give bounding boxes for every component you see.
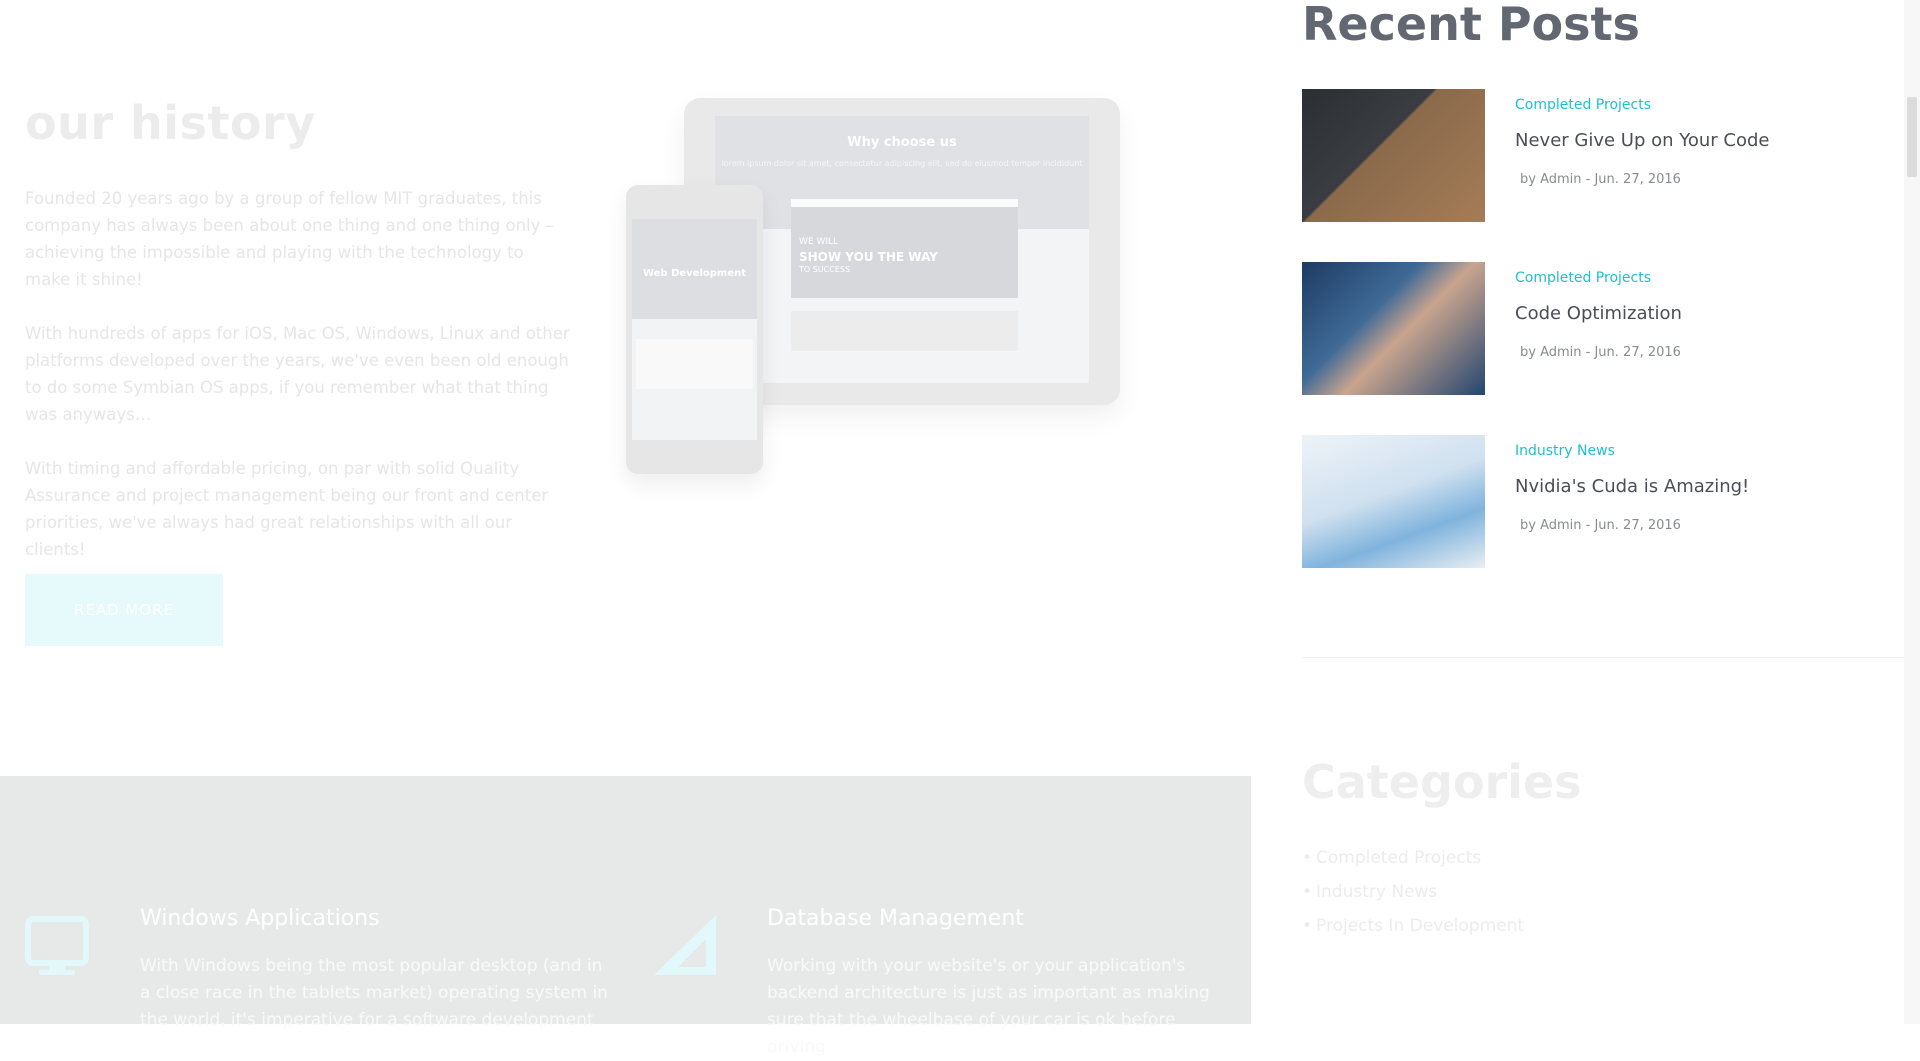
tablet-screen: Why choose us lorem ipsum dolor sit amet…	[715, 116, 1089, 383]
recent-post: Completed Projects Code Optimization by …	[1302, 262, 1902, 396]
service-title: Windows Applications	[140, 906, 380, 931]
phone-mockup: Web Development	[626, 185, 763, 474]
phone-screen: Web Development	[632, 219, 757, 440]
recent-posts-title: Recent Posts	[1302, 0, 1640, 51]
tablet-card-line-3: TO SUCCESS	[799, 265, 851, 274]
recent-post: Completed Projects Never Give Up on Your…	[1302, 89, 1902, 223]
bullet-icon: •	[1302, 916, 1313, 936]
post-meta: by Admin - Jun. 27, 2016	[1520, 518, 1681, 533]
service-title: Database Management	[767, 906, 1024, 931]
phone-hero-title: Web Development	[642, 268, 747, 279]
category-item[interactable]: • Projects In Development	[1302, 916, 1524, 950]
tablet-content-block	[791, 311, 1018, 351]
tablet-card-line-2: SHOW YOU THE WAY	[799, 250, 938, 264]
post-title-link[interactable]: Never Give Up on Your Code	[1515, 130, 1769, 151]
history-title: our history	[25, 96, 316, 150]
post-title-link[interactable]: Code Optimization	[1515, 303, 1682, 324]
post-category-link[interactable]: Completed Projects	[1515, 97, 1651, 113]
history-paragraph-1: Founded 20 years ago by a group of fello…	[25, 189, 554, 289]
categories-title: Categories	[1302, 755, 1582, 809]
category-item[interactable]: • Industry News	[1302, 882, 1524, 916]
service-description: Working with your website's or your appl…	[767, 956, 1210, 1057]
post-meta: by Admin - Jun. 27, 2016	[1520, 172, 1681, 187]
chart-laptop-image[interactable]	[1302, 435, 1485, 568]
tablet-hero-title: Why choose us	[847, 135, 957, 150]
phone-content-block	[636, 339, 753, 389]
page-scrollbar[interactable]	[1904, 0, 1920, 1024]
category-label[interactable]: Completed Projects	[1316, 848, 1481, 868]
post-category-link[interactable]: Completed Projects	[1515, 270, 1651, 286]
category-label[interactable]: Projects In Development	[1316, 916, 1524, 936]
monitor-icon	[25, 916, 89, 975]
services-section: Windows Applications With Windows being …	[0, 776, 1251, 1057]
hand-phone-image[interactable]	[1302, 262, 1485, 395]
history-paragraph-2: With hundreds of apps for iOS, Mac OS, W…	[25, 324, 570, 424]
categories-list: • Completed Projects • Industry News • Proj…	[1302, 848, 1524, 950]
bullet-icon: •	[1302, 882, 1313, 902]
tablet-hero-subtitle: lorem ipsum dolor sit amet, consectetur …	[721, 159, 1083, 168]
service-description: With Windows being the most popular desk…	[140, 956, 608, 1030]
bullet-icon: •	[1302, 848, 1313, 868]
post-category-link[interactable]: Industry News	[1515, 443, 1615, 459]
category-label[interactable]: Industry News	[1316, 882, 1437, 902]
laptop-coffee-image[interactable]	[1302, 89, 1485, 222]
recent-post: Industry News Nvidia's Cuda is Amazing! …	[1302, 435, 1902, 569]
triangle-ruler-icon	[654, 915, 716, 975]
tablet-card: WE WILL SHOW YOU THE WAY TO SUCCESS	[791, 199, 1018, 298]
post-title-link[interactable]: Nvidia's Cuda is Amazing!	[1515, 476, 1749, 497]
history-paragraph-3: With timing and affordable pricing, on p…	[25, 459, 549, 559]
scrollbar-thumb[interactable]	[1907, 97, 1917, 177]
read-more-button[interactable]: READ MORE	[25, 574, 223, 646]
tablet-card-line-1: WE WILL	[799, 237, 839, 247]
sidebar-divider	[1302, 657, 1904, 658]
category-item[interactable]: • Completed Projects	[1302, 848, 1524, 882]
post-meta: by Admin - Jun. 27, 2016	[1520, 345, 1681, 360]
